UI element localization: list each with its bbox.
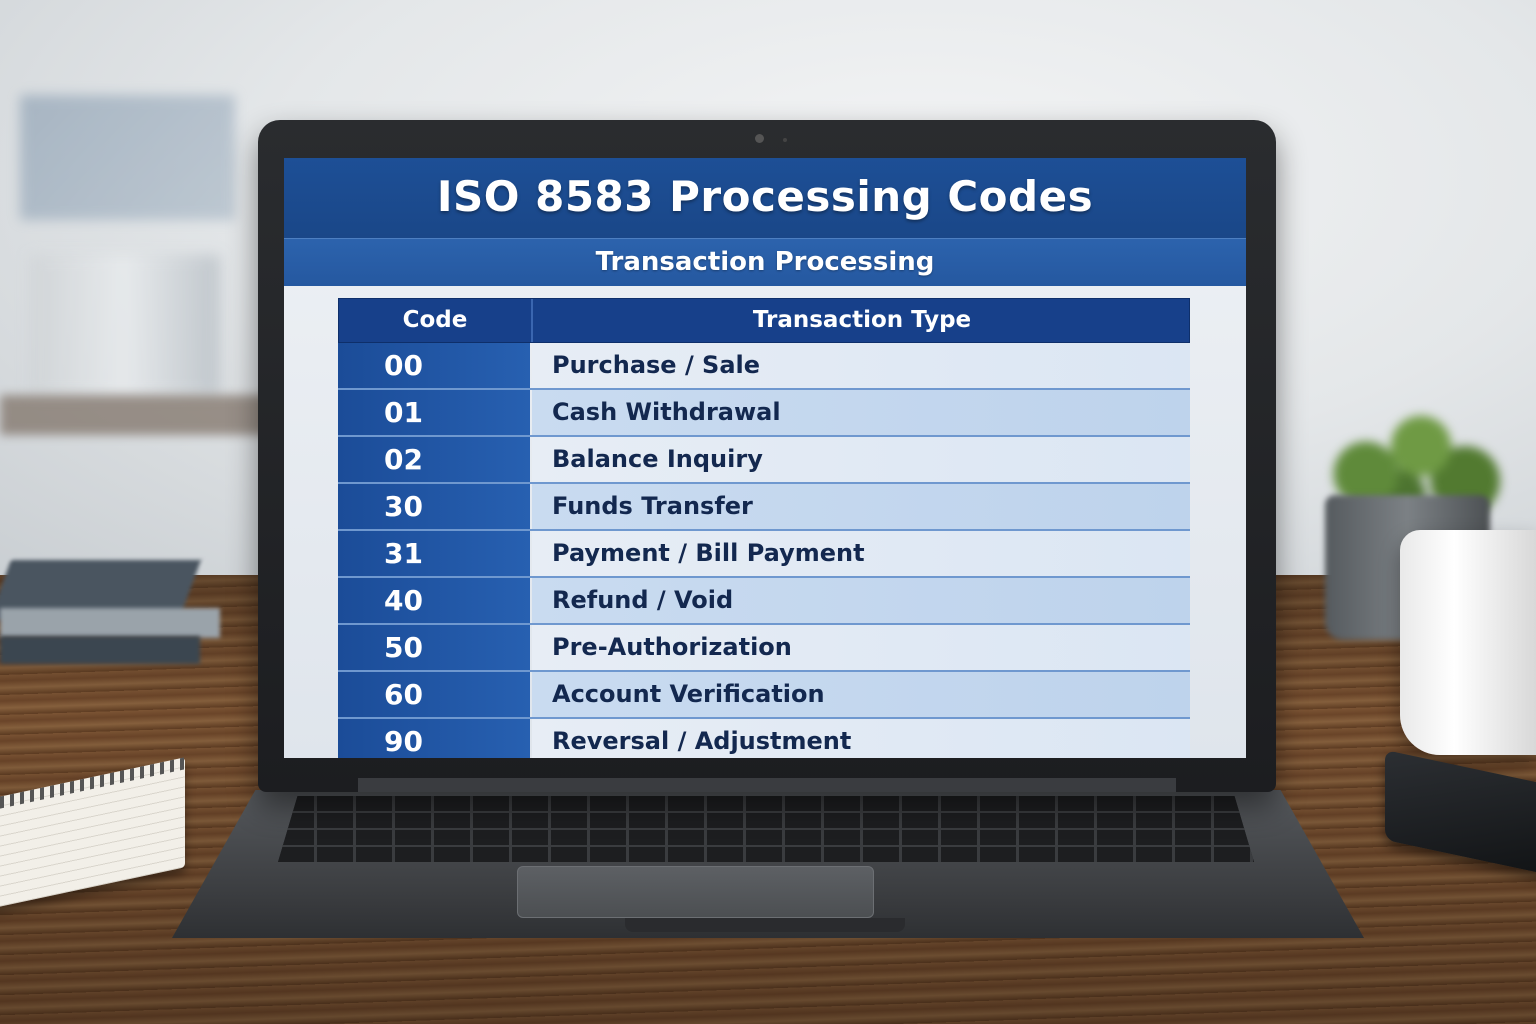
webcam-icon	[755, 134, 764, 143]
code-cell: 40	[338, 578, 530, 623]
shelf	[0, 395, 270, 435]
table-row: 02 Balance Inquiry	[338, 437, 1190, 484]
page-subtitle: Transaction Processing	[595, 247, 935, 277]
book-stack	[0, 560, 230, 680]
type-cell: Cash Withdrawal	[532, 390, 1190, 435]
type-cell: Pre-Authorization	[532, 625, 1190, 670]
processing-codes-table: Code Transaction Type 00 Purchase / Sale…	[338, 298, 1190, 758]
book	[0, 636, 200, 664]
table-row: 50 Pre-Authorization	[338, 625, 1190, 672]
table-row: 30 Funds Transfer	[338, 484, 1190, 531]
coffee-mug	[1400, 530, 1536, 755]
table-row: 40 Refund / Void	[338, 578, 1190, 625]
screen-header: ISO 8583 Processing Codes	[284, 158, 1246, 238]
table-row: 00 Purchase / Sale	[338, 343, 1190, 390]
code-cell: 60	[338, 672, 530, 717]
laptop-keyboard[interactable]	[278, 796, 1254, 862]
type-cell: Purchase / Sale	[532, 343, 1190, 388]
type-cell: Refund / Void	[532, 578, 1190, 623]
wall-picture	[20, 95, 235, 220]
type-cell: Balance Inquiry	[532, 437, 1190, 482]
laptop-trackpad[interactable]	[517, 866, 874, 918]
code-cell: 30	[338, 484, 530, 529]
code-cell: 90	[338, 719, 530, 758]
type-cell: Funds Transfer	[532, 484, 1190, 529]
laptop-front-lip	[625, 918, 905, 932]
code-cell: 01	[338, 390, 530, 435]
type-cell: Reversal / Adjustment	[532, 719, 1190, 758]
table-row: 90 Reversal / Adjustment	[338, 719, 1190, 758]
table-row: 60 Account Verification	[338, 672, 1190, 719]
shelf-items	[30, 255, 220, 395]
page-title: ISO 8583 Processing Codes	[436, 172, 1094, 221]
column-header-code: Code	[339, 299, 533, 342]
table-row: 01 Cash Withdrawal	[338, 390, 1190, 437]
screen-subheader: Transaction Processing	[284, 238, 1246, 286]
laptop-hinge	[358, 778, 1176, 792]
table-body: 00 Purchase / Sale 01 Cash Withdrawal 02…	[338, 343, 1190, 758]
laptop-screen: ISO 8583 Processing Codes Transaction Pr…	[284, 158, 1246, 758]
code-cell: 00	[338, 343, 530, 388]
code-cell: 02	[338, 437, 530, 482]
code-cell: 50	[338, 625, 530, 670]
webcam-led-icon	[783, 138, 787, 142]
type-cell: Account Verification	[532, 672, 1190, 717]
code-cell: 31	[338, 531, 530, 576]
table-row: 31 Payment / Bill Payment	[338, 531, 1190, 578]
type-cell: Payment / Bill Payment	[532, 531, 1190, 576]
column-header-transaction-type: Transaction Type	[752, 307, 972, 333]
book	[0, 608, 220, 638]
table-header-row: Code Transaction Type	[338, 298, 1190, 343]
